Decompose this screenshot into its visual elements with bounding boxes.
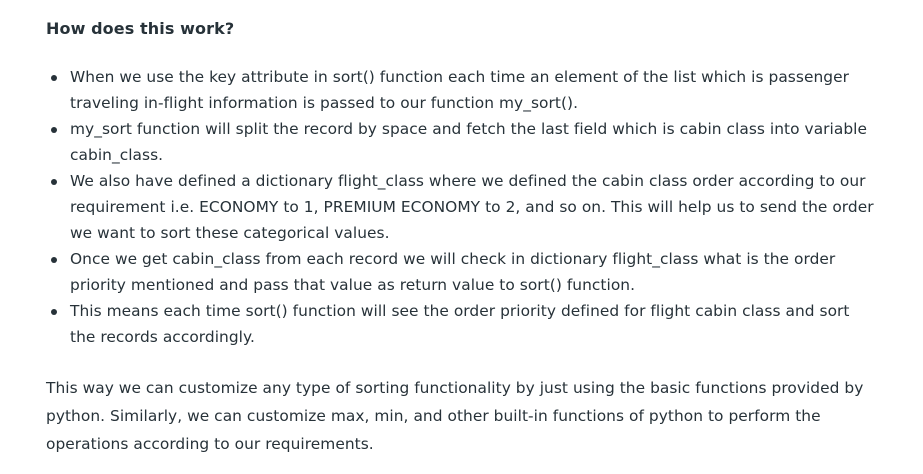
explanation-list: When we use the key attribute in sort() … <box>46 64 877 350</box>
list-item: We also have defined a dictionary flight… <box>46 168 877 246</box>
closing-paragraph: This way we can customize any type of so… <box>46 379 864 453</box>
list-item-text: When we use the key attribute in sort() … <box>70 68 849 112</box>
bullet-icon <box>51 127 57 133</box>
bullet-icon <box>51 75 57 81</box>
section-heading: How does this work? <box>46 19 235 38</box>
list-item: my_sort function will split the record b… <box>46 116 877 168</box>
list-item: When we use the key attribute in sort() … <box>46 64 877 116</box>
list-item-text: This means each time sort() function wil… <box>70 302 850 346</box>
bullet-icon <box>51 257 57 263</box>
bullet-icon <box>51 179 57 185</box>
article-content: How does this work? When we use the key … <box>0 0 923 474</box>
list-item: This means each time sort() function wil… <box>46 298 877 350</box>
list-item-text: We also have defined a dictionary flight… <box>70 172 874 242</box>
list-item: Once we get cabin_class from each record… <box>46 246 877 298</box>
list-item-text: Once we get cabin_class from each record… <box>70 250 836 294</box>
list-item-text: my_sort function will split the record b… <box>70 120 868 164</box>
bullet-icon <box>51 309 57 315</box>
